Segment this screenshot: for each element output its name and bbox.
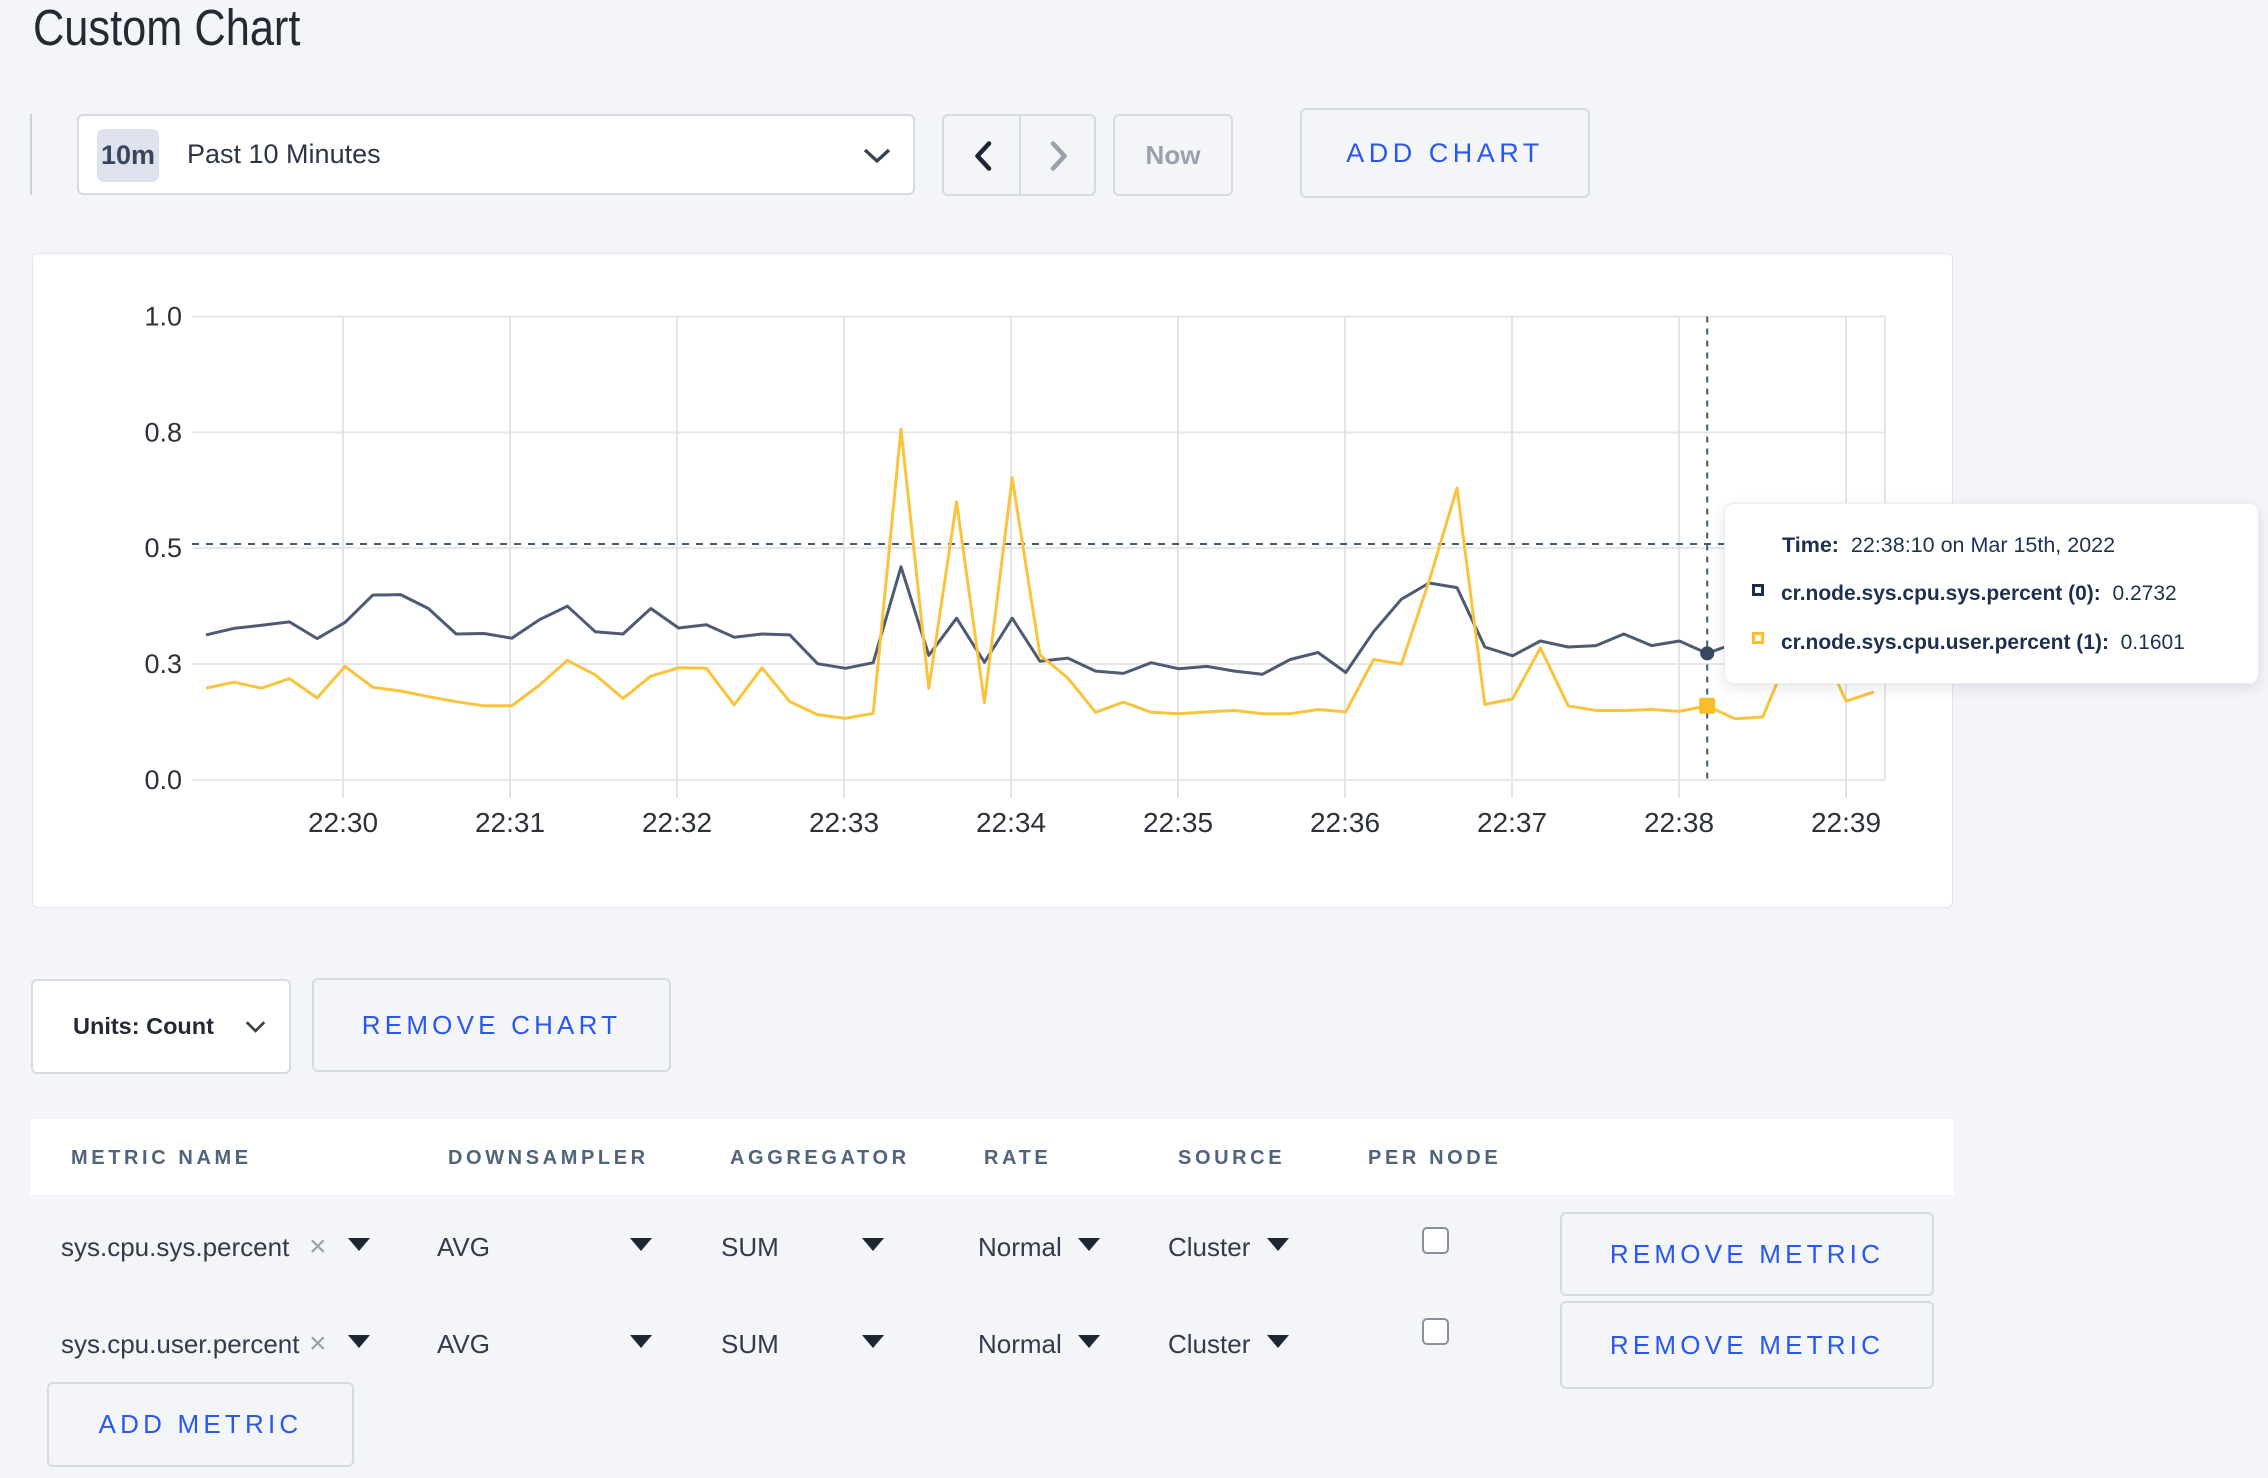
svg-text:0.8: 0.8	[144, 417, 182, 447]
svg-text:22:33: 22:33	[809, 807, 879, 838]
svg-text:1.0: 1.0	[144, 302, 182, 332]
svg-text:0.0: 0.0	[144, 765, 182, 795]
svg-text:22:35: 22:35	[1143, 807, 1213, 838]
svg-text:0.5: 0.5	[144, 533, 182, 563]
svg-text:22:34: 22:34	[976, 807, 1046, 838]
svg-text:22:31: 22:31	[475, 807, 545, 838]
svg-text:22:32: 22:32	[642, 807, 712, 838]
svg-text:22:37: 22:37	[1477, 807, 1547, 838]
svg-text:22:36: 22:36	[1310, 807, 1380, 838]
svg-text:22:39: 22:39	[1811, 807, 1881, 838]
svg-text:22:30: 22:30	[308, 807, 378, 838]
svg-text:0.3: 0.3	[144, 649, 182, 679]
svg-text:22:38: 22:38	[1644, 807, 1714, 838]
